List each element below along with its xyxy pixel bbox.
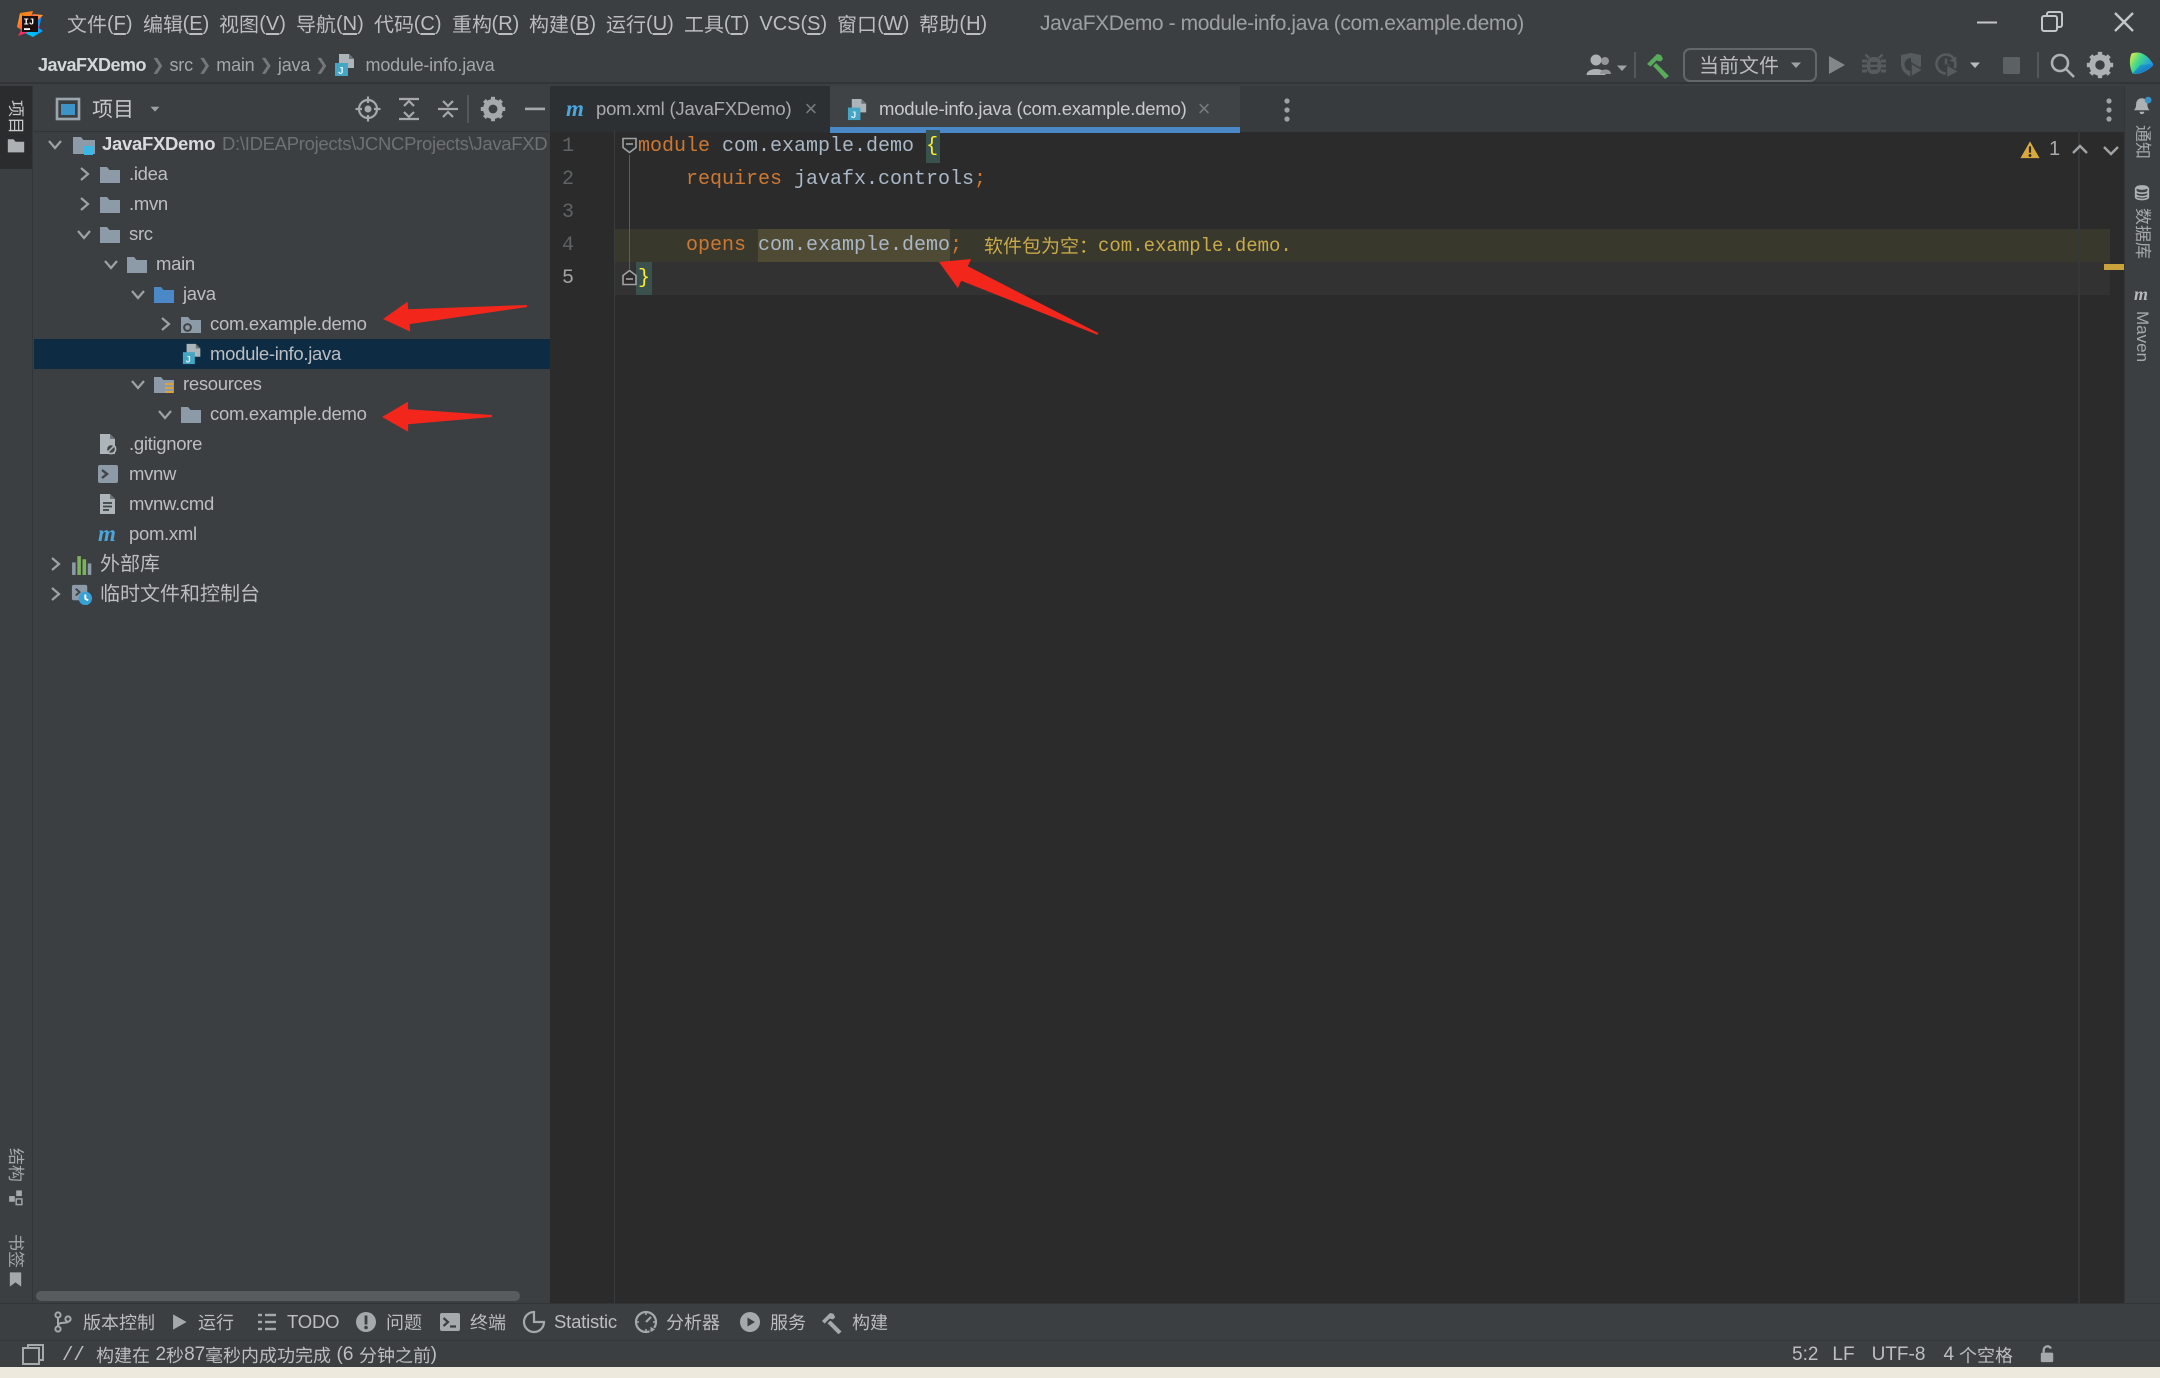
svg-text:IJ: IJ	[24, 18, 35, 28]
svg-text:m: m	[566, 98, 584, 120]
svg-text:m: m	[98, 523, 116, 545]
svg-text:J: J	[338, 66, 344, 77]
svg-text:J: J	[186, 354, 191, 364]
svg-text:m: m	[2134, 286, 2148, 303]
svg-text:J: J	[851, 110, 856, 121]
